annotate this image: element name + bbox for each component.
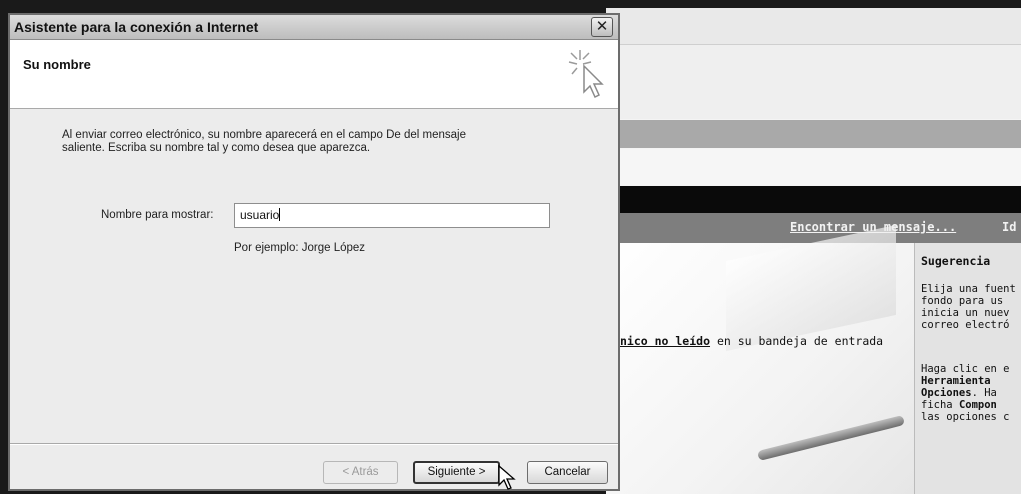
light-band xyxy=(606,149,1021,185)
text-caret xyxy=(279,208,281,221)
cancel-button[interactable]: Cancelar xyxy=(527,461,608,484)
page-title: Su nombre xyxy=(23,57,91,72)
header-bar xyxy=(606,186,1021,213)
tip-line-1: Haga clic en e xyxy=(921,363,1010,375)
tip-line-3-suffix: . Ha xyxy=(971,387,997,399)
tip-line-3: Opciones xyxy=(921,387,972,399)
links-bar: Encontrar un mensaje... Id xyxy=(606,213,1021,243)
grey-band xyxy=(606,120,1021,148)
toolbar-strip xyxy=(606,8,1021,45)
unread-mail-text: en su bandeja de entrada xyxy=(710,334,884,348)
back-button[interactable]: < Atrás xyxy=(323,461,398,484)
display-name-input[interactable]: usuario xyxy=(234,203,550,228)
mouse-cursor-icon xyxy=(498,465,516,490)
outlook-express-window: Encontrar un mensaje... Id nico no leído… xyxy=(606,8,1021,494)
pen-illustration xyxy=(757,415,905,461)
tip-line-4: ficha xyxy=(921,399,959,411)
tip-paragraph-1: Elija una fuent fondo para us inicia un … xyxy=(921,283,1016,331)
next-button[interactable]: Siguiente > xyxy=(413,461,500,484)
tip-line-5: las opciones c xyxy=(921,411,1010,423)
paper-illustration xyxy=(726,224,896,352)
tip-line-2: Herramienta xyxy=(921,375,991,387)
display-name-label: Nombre para mostrar: xyxy=(101,209,214,221)
example-text: Por ejemplo: Jorge López xyxy=(234,242,366,254)
display-name-value: usuario xyxy=(240,208,280,222)
tip-paragraph-2: Haga clic en e Herramienta Opciones. Ha … xyxy=(921,363,1010,423)
identities-link[interactable]: Id xyxy=(1002,220,1016,234)
connection-wizard-dialog: Asistente para la conexión a Internet ✕ … xyxy=(8,13,620,491)
wizard-sparkle-icon xyxy=(568,50,604,99)
toolbar-area xyxy=(606,45,1021,119)
unread-mail-link[interactable]: nico no leído xyxy=(620,334,710,348)
dialog-titlebar[interactable]: Asistente para la conexión a Internet ✕ xyxy=(10,15,618,40)
start-page-content: nico no leído en su bandeja de entrada xyxy=(606,224,914,494)
description-text: Al enviar correo electrónico, su nombre … xyxy=(62,129,466,154)
tip-line-4-bold: Compon xyxy=(958,399,997,411)
tip-title: Sugerencia xyxy=(921,254,991,268)
tip-panel: Sugerencia Elija una fuent fondo para us… xyxy=(914,243,1021,494)
close-icon[interactable]: ✕ xyxy=(591,17,613,37)
footer-separator xyxy=(10,443,618,445)
unread-mail-line: nico no leído en su bandeja de entrada xyxy=(620,334,883,348)
dialog-title: Asistente para la conexión a Internet xyxy=(14,19,259,35)
wizard-header: Su nombre xyxy=(10,40,618,109)
